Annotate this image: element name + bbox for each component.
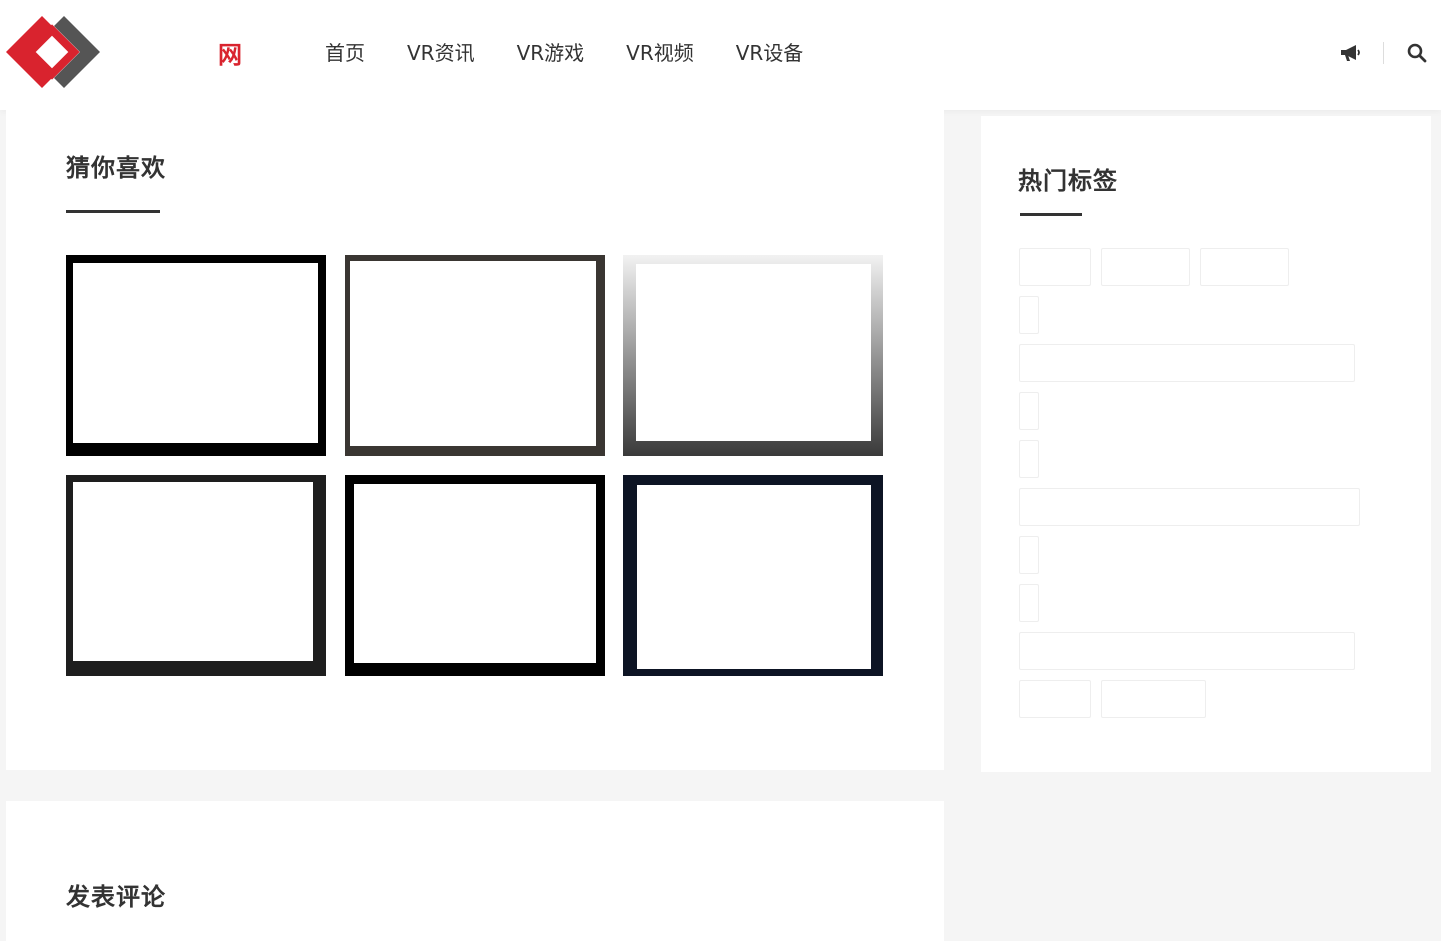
main-nav: 首页 VR资讯 VR游戏 VR视频 VR设备 xyxy=(304,36,824,70)
logo-badge: 网 xyxy=(218,40,242,69)
recommend-title-underline xyxy=(66,210,160,213)
nav-item-vr-devices[interactable]: VR设备 xyxy=(715,36,825,70)
tag-item[interactable] xyxy=(1101,248,1190,286)
tag-item[interactable] xyxy=(1019,680,1091,718)
thumbnail-image xyxy=(636,264,871,441)
tag-item[interactable] xyxy=(1019,584,1039,622)
tag-item[interactable] xyxy=(1019,392,1039,430)
thumbnail-image xyxy=(637,485,871,669)
search-icon[interactable] xyxy=(1405,41,1429,65)
comment-section: 发表评论 xyxy=(6,801,944,941)
megaphone-icon[interactable] xyxy=(1338,41,1362,65)
hot-tags-title: 热门标签 xyxy=(1018,167,1118,195)
recommend-item-6[interactable] xyxy=(623,475,883,676)
logo-mark-icon xyxy=(6,16,100,88)
recommend-section: 猜你喜欢 xyxy=(6,110,944,770)
site-header: 网 首页 VR资讯 VR游戏 VR视频 VR设备 xyxy=(0,0,1441,110)
tag-item[interactable] xyxy=(1101,680,1206,718)
tag-item[interactable] xyxy=(1019,296,1039,334)
tag-item[interactable] xyxy=(1200,248,1289,286)
recommend-title: 猜你喜欢 xyxy=(66,154,166,182)
thumbnail-image xyxy=(73,263,318,443)
header-actions xyxy=(1338,38,1429,68)
thumbnail-image xyxy=(73,482,313,661)
nav-item-vr-games[interactable]: VR游戏 xyxy=(496,36,606,70)
recommend-item-3[interactable] xyxy=(623,255,883,456)
comment-title: 发表评论 xyxy=(66,883,166,911)
tag-item[interactable] xyxy=(1019,488,1360,526)
tag-item[interactable] xyxy=(1019,536,1039,574)
hot-tags-title-underline xyxy=(1020,213,1082,216)
hot-tags-section: 热门标签 xyxy=(981,116,1431,772)
thumbnail-image xyxy=(354,484,596,663)
nav-item-home[interactable]: 首页 xyxy=(304,36,386,70)
recommend-item-2[interactable] xyxy=(345,255,605,456)
tag-item[interactable] xyxy=(1019,632,1355,670)
recommend-item-1[interactable] xyxy=(66,255,326,456)
thumbnail-image xyxy=(350,261,596,446)
site-logo[interactable]: 网 xyxy=(4,14,256,98)
nav-item-vr-news[interactable]: VR资讯 xyxy=(386,36,496,70)
tag-item[interactable] xyxy=(1019,440,1039,478)
tag-item[interactable] xyxy=(1019,344,1355,382)
header-divider xyxy=(1383,42,1384,64)
recommend-item-5[interactable] xyxy=(345,475,605,676)
tag-item[interactable] xyxy=(1019,248,1091,286)
recommend-item-4[interactable] xyxy=(66,475,326,676)
nav-item-vr-video[interactable]: VR视频 xyxy=(605,36,715,70)
